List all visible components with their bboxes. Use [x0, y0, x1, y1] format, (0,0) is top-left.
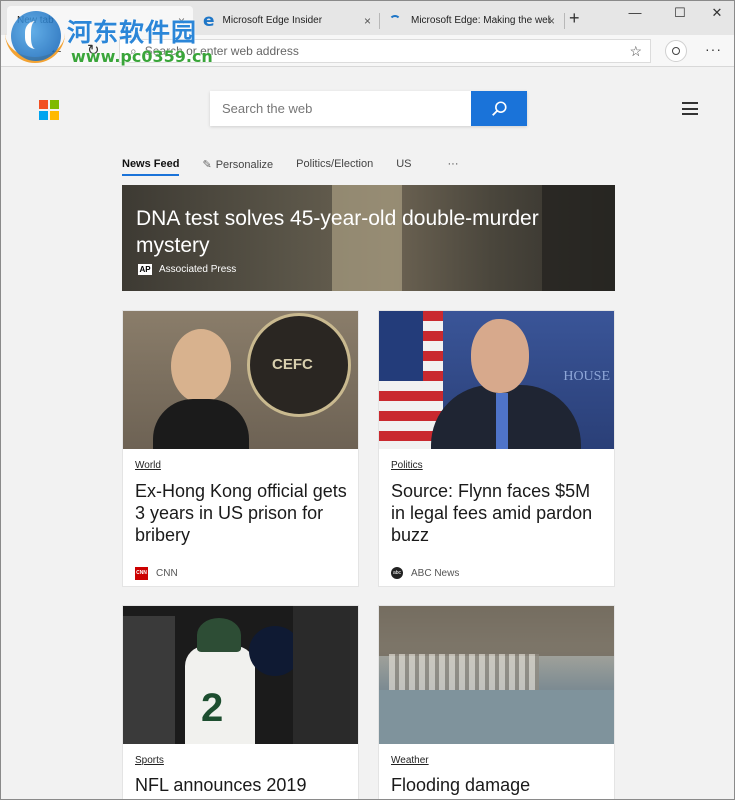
- image-trees: [379, 606, 614, 656]
- menu-line: [682, 107, 698, 110]
- logo-square-red: [39, 100, 48, 109]
- new-tab-page: News Feed ✎Personalize Politics/Election…: [1, 68, 734, 799]
- card-headline[interactable]: Ex-Hong Kong official gets 3 years in US…: [135, 480, 350, 546]
- person-icon: [672, 47, 680, 55]
- hero-headline[interactable]: DNA test solves 45-year-old double-murde…: [136, 205, 576, 259]
- image-person: [153, 329, 249, 449]
- card-source-name: ABC News: [411, 567, 460, 579]
- card-headline[interactable]: Source: Flynn faces $5M in legal fees am…: [391, 480, 606, 546]
- tab-title: New tab: [17, 15, 54, 26]
- card-category[interactable]: Politics: [391, 460, 423, 471]
- tab-separator: [564, 13, 565, 29]
- tab-strip: New tab × e Microsoft Edge Insider × Mic…: [1, 1, 734, 35]
- card-source: abc ABC News: [391, 567, 459, 579]
- address-bar[interactable]: ⌕ ☆: [119, 39, 651, 63]
- news-card[interactable]: Weather Flooding damage: [378, 605, 615, 799]
- hero-source-name: Associated Press: [159, 264, 237, 275]
- profile-button[interactable]: [665, 40, 687, 62]
- address-input[interactable]: [144, 44, 605, 58]
- abc-logo-icon: abc: [391, 567, 403, 579]
- image-face: [171, 329, 231, 403]
- new-tab-button[interactable]: +: [569, 8, 580, 29]
- search-button[interactable]: [471, 91, 527, 126]
- tab-news-feed[interactable]: News Feed: [122, 158, 180, 176]
- image-seal: [247, 313, 351, 417]
- image-head: [471, 319, 529, 393]
- tab-title: Microsoft Edge: Making the web: [411, 15, 551, 26]
- close-icon[interactable]: ×: [548, 14, 555, 28]
- card-category[interactable]: Sports: [135, 755, 164, 766]
- search-icon: [492, 100, 507, 116]
- card-category[interactable]: World: [135, 460, 161, 471]
- browser-window: New tab × e Microsoft Edge Insider × Mic…: [0, 0, 735, 800]
- tab-personalize[interactable]: ✎ Personalize: [202, 158, 273, 171]
- logo-square-blue: [39, 111, 48, 120]
- close-icon[interactable]: ×: [364, 14, 371, 28]
- refresh-button[interactable]: ↻: [87, 41, 100, 59]
- image-jersey: [185, 646, 255, 744]
- image-tie: [496, 393, 508, 449]
- card-image: [379, 606, 614, 744]
- ap-logo-icon: AP: [138, 264, 152, 275]
- image-crowd: [293, 606, 358, 744]
- feed-tabs: News Feed ✎ Personalize Politics/Election…: [122, 158, 482, 180]
- hero-source: AP Associated Press: [138, 264, 236, 275]
- close-icon[interactable]: ×: [178, 14, 185, 28]
- cnn-logo-icon: CNN: [135, 567, 148, 580]
- tab-more-button[interactable]: ···: [448, 158, 459, 170]
- browser-toolbar: ← ↻ ⌕ ☆ ···: [1, 35, 734, 67]
- card-headline[interactable]: Flooding damage: [391, 774, 606, 796]
- logo-square-yellow: [50, 111, 59, 120]
- tab-personalize-label: Personalize: [215, 159, 274, 171]
- hero-story[interactable]: DNA test solves 45-year-old double-murde…: [122, 185, 615, 291]
- menu-line: [682, 102, 698, 104]
- image-water: [379, 690, 614, 744]
- news-card[interactable]: Sports NFL announces 2019: [122, 605, 359, 799]
- close-window-button[interactable]: ✕: [707, 5, 727, 21]
- tab-edge-making-web[interactable]: Microsoft Edge: Making the web ×: [383, 6, 563, 35]
- image-microphone: [123, 616, 175, 744]
- card-image: [379, 311, 614, 449]
- tab-new-tab[interactable]: New tab ×: [7, 6, 193, 35]
- back-button[interactable]: ←: [49, 41, 64, 58]
- pencil-icon: ✎: [202, 159, 212, 171]
- page-settings-menu-icon[interactable]: [682, 102, 698, 115]
- news-card[interactable]: Politics Source: Flynn faces $5M in lega…: [378, 310, 615, 587]
- tab-edge-insider[interactable]: e Microsoft Edge Insider ×: [197, 6, 379, 35]
- card-source: CNN CNN: [135, 567, 178, 580]
- web-search-input[interactable]: [210, 91, 471, 126]
- minimize-button[interactable]: —: [625, 5, 645, 20]
- card-category[interactable]: Weather: [391, 755, 429, 766]
- web-search-box: [210, 91, 527, 126]
- image-cap: [197, 618, 241, 652]
- tab-separator: [379, 13, 380, 29]
- search-icon: ⌕: [130, 43, 137, 58]
- tab-us[interactable]: US: [396, 158, 411, 170]
- logo-square-green: [50, 100, 59, 109]
- image-body: [153, 399, 249, 449]
- loading-spinner-icon: [389, 14, 401, 27]
- image-town: [389, 654, 539, 692]
- microsoft-logo-icon[interactable]: [39, 100, 59, 120]
- card-headline[interactable]: NFL announces 2019: [135, 774, 350, 796]
- menu-line: [682, 113, 698, 115]
- edge-icon: e: [203, 10, 215, 31]
- settings-more-button[interactable]: ···: [705, 41, 722, 57]
- favorite-star-icon[interactable]: ☆: [629, 43, 642, 60]
- tab-politics-election[interactable]: Politics/Election: [296, 158, 373, 170]
- card-source-name: CNN: [156, 568, 178, 579]
- maximize-button[interactable]: ☐: [670, 5, 690, 21]
- card-image: [123, 606, 358, 744]
- card-image: [123, 311, 358, 449]
- tab-title: Microsoft Edge Insider: [222, 15, 323, 26]
- news-card[interactable]: World Ex-Hong Kong official gets 3 years…: [122, 310, 359, 587]
